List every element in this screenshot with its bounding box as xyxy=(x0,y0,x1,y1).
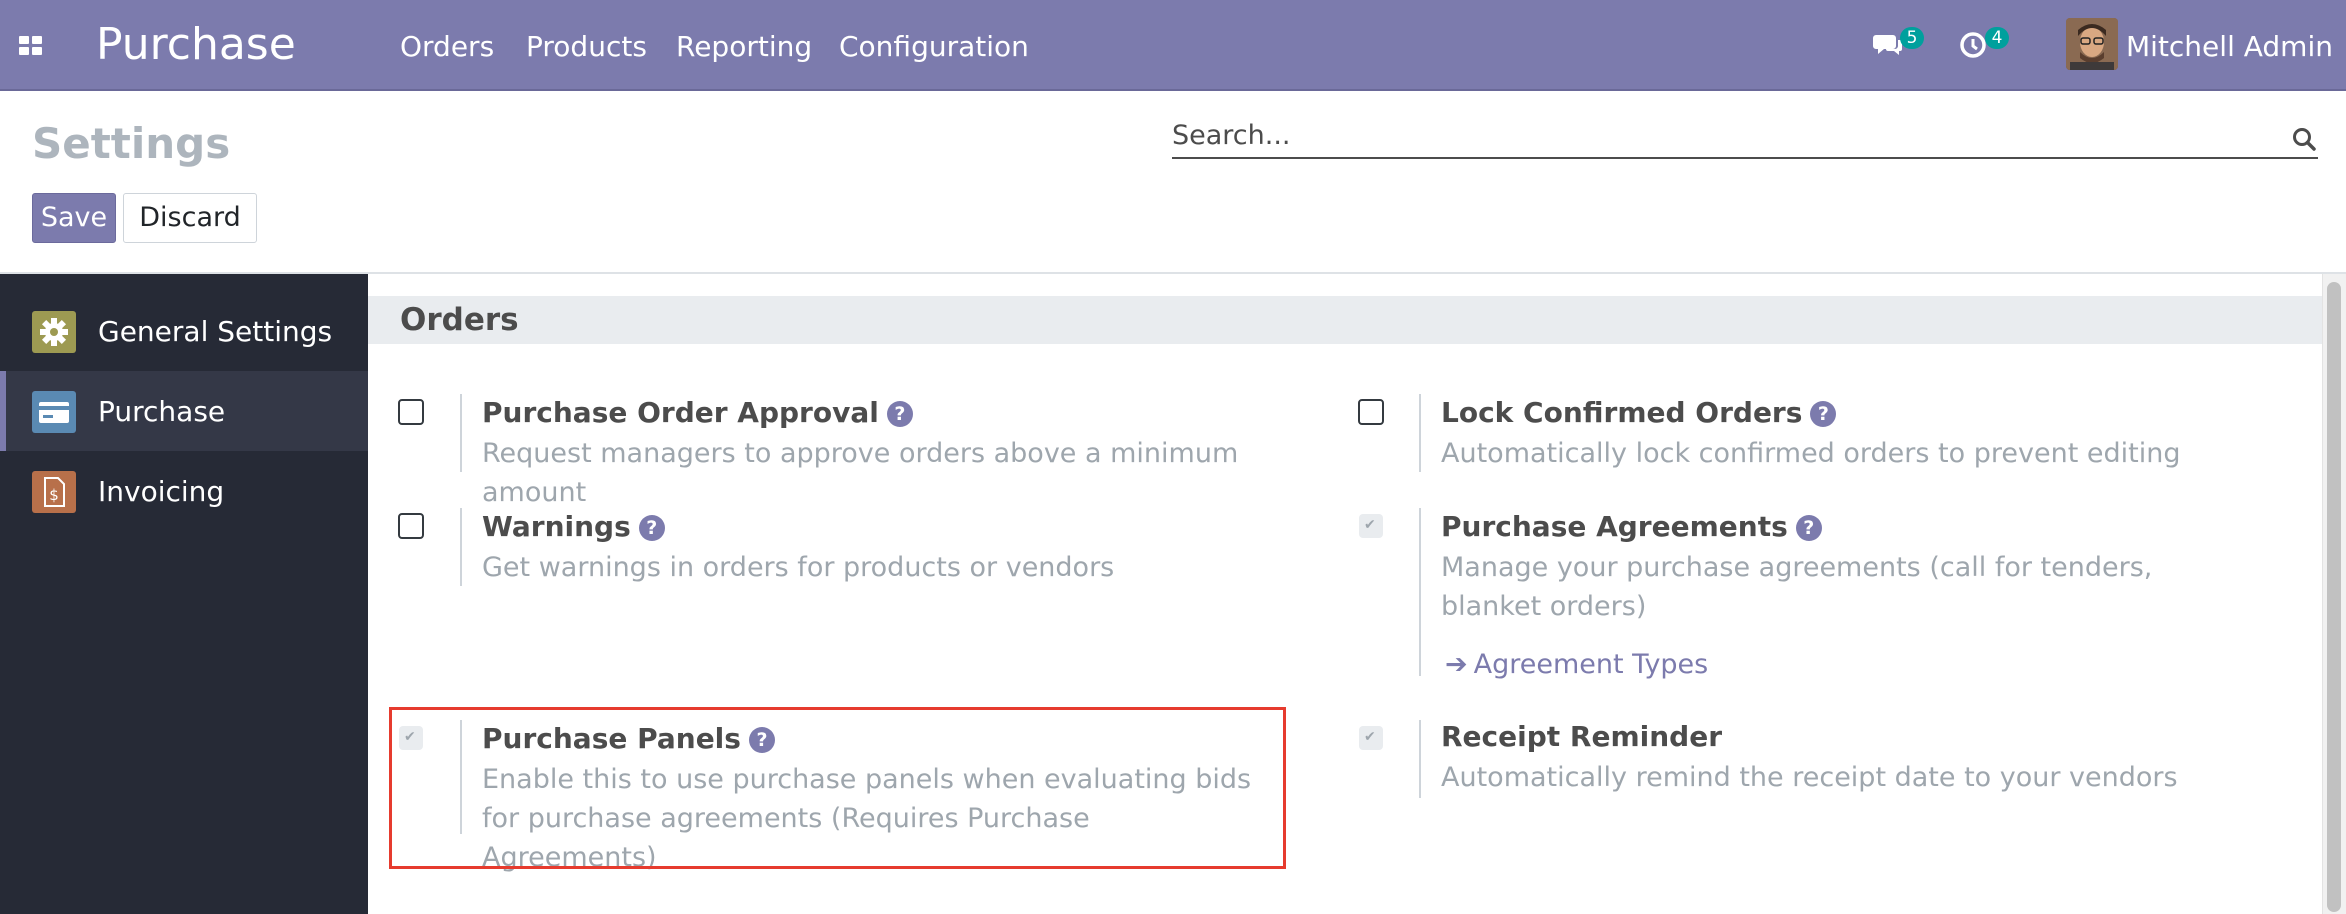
receipt-reminder-checkbox[interactable] xyxy=(1359,726,1383,750)
apps-menu-icon[interactable] xyxy=(19,36,43,56)
sidebar-item-purchase[interactable]: Purchase xyxy=(0,371,368,451)
purchase-order-approval-checkbox[interactable] xyxy=(398,399,424,425)
setting-title: Warnings? xyxy=(482,507,665,547)
svg-text:$: $ xyxy=(49,486,59,504)
sidebar-item-general-settings[interactable]: General Settings xyxy=(0,291,368,371)
settings-search-input[interactable] xyxy=(1172,113,2318,159)
menu-configuration[interactable]: Configuration xyxy=(839,27,1029,67)
setting-title: Lock Confirmed Orders? xyxy=(1441,393,1837,433)
sidebar-item-invoicing[interactable]: $ Invoicing xyxy=(0,451,368,531)
divider xyxy=(1419,720,1421,798)
setting-description: Automatically remind the receipt date to… xyxy=(1441,762,2178,793)
setting-description: Get warnings in orders for products or v… xyxy=(482,552,1115,583)
divider xyxy=(460,394,462,472)
settings-sidebar: General Settings Purchase $ Invoicing xyxy=(0,274,368,914)
messages-count-badge: 5 xyxy=(1900,27,1924,49)
section-title: Orders xyxy=(400,302,519,338)
purchase-card-icon xyxy=(32,391,76,433)
menu-reporting[interactable]: Reporting xyxy=(676,27,812,67)
lock-confirmed-orders-checkbox[interactable] xyxy=(1358,399,1384,425)
top-navbar: Purchase Orders Products Reporting Confi… xyxy=(0,0,2346,91)
section-header: Orders xyxy=(368,296,2322,344)
divider xyxy=(1419,508,1421,676)
user-name[interactable]: Mitchell Admin xyxy=(2126,27,2333,67)
page-title: Settings xyxy=(32,119,231,168)
scrollbar-thumb[interactable] xyxy=(2327,282,2341,912)
discard-button[interactable]: Discard xyxy=(123,193,257,243)
sidebar-item-label: Purchase xyxy=(98,395,226,428)
setting-title: Receipt Reminder xyxy=(1441,720,1723,753)
agreement-types-link[interactable]: ➔ Agreement Types xyxy=(1445,645,1708,685)
content-scrollbar[interactable] xyxy=(2322,274,2346,914)
app-title[interactable]: Purchase xyxy=(96,18,296,72)
warnings-checkbox[interactable] xyxy=(398,513,424,539)
user-avatar[interactable] xyxy=(2066,18,2118,70)
sidebar-item-label: Invoicing xyxy=(98,475,225,508)
gear-icon xyxy=(32,311,76,353)
help-icon[interactable]: ? xyxy=(1795,515,1822,541)
arrow-right-icon: ➔ xyxy=(1445,649,1468,680)
sidebar-item-label: General Settings xyxy=(98,315,333,348)
search-icon[interactable] xyxy=(2292,127,2316,151)
help-icon[interactable]: ? xyxy=(886,401,913,427)
help-icon[interactable]: ? xyxy=(638,515,665,541)
setting-title: Purchase Agreements? xyxy=(1441,507,1822,547)
menu-orders[interactable]: Orders xyxy=(400,27,494,67)
help-icon[interactable]: ? xyxy=(1810,401,1837,427)
menu-products[interactable]: Products xyxy=(526,27,647,67)
highlight-box xyxy=(389,707,1286,869)
messages-icon[interactable] xyxy=(1873,32,1903,62)
setting-description: Request managers to approve orders above… xyxy=(482,438,1239,508)
divider xyxy=(460,508,462,586)
divider xyxy=(1419,394,1421,472)
activities-count-badge: 4 xyxy=(1985,27,2009,49)
control-panel: Settings Save Discard xyxy=(0,91,2346,274)
purchase-agreements-checkbox[interactable] xyxy=(1359,514,1383,538)
invoice-icon: $ xyxy=(32,471,76,513)
setting-description: Automatically lock confirmed orders to p… xyxy=(1441,438,2181,469)
setting-title: Purchase Order Approval? xyxy=(482,393,913,433)
save-button[interactable]: Save xyxy=(32,193,116,243)
setting-description: Manage your purchase agreements (call fo… xyxy=(1441,552,2153,622)
